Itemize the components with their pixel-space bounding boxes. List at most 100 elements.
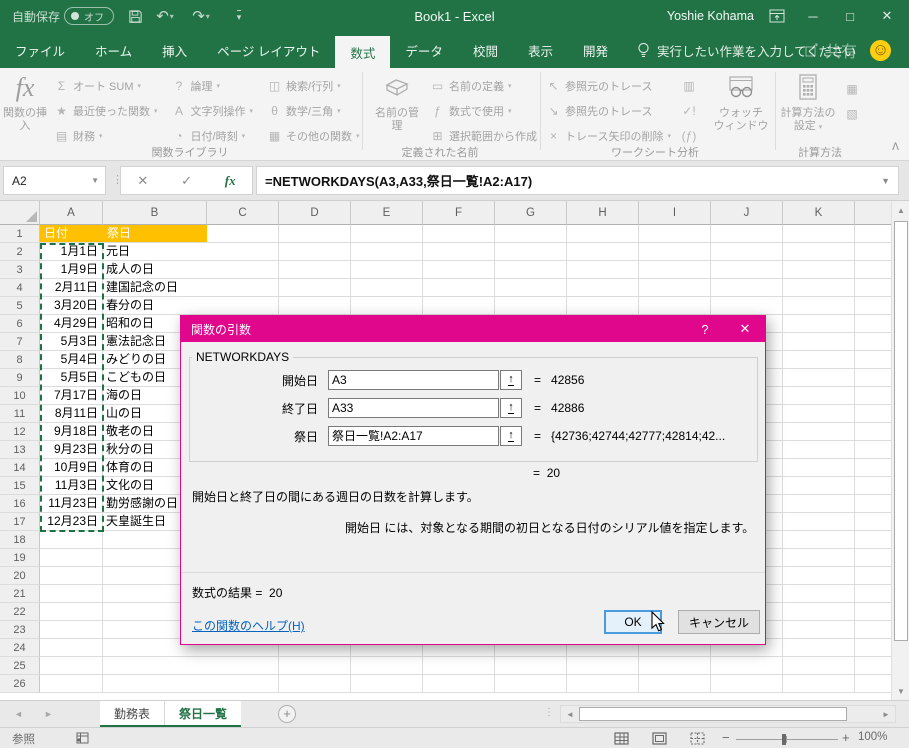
holiday-cell[interactable]: 春分の日: [103, 297, 207, 315]
vertical-scrollbar[interactable]: ▲ ▼: [891, 201, 909, 700]
row-header[interactable]: 13: [0, 441, 40, 459]
tab-file[interactable]: ファイル: [0, 32, 80, 68]
scroll-up-icon[interactable]: ▲: [892, 201, 909, 219]
watch-window-button[interactable]: ウォッチ ウィンドウ: [712, 70, 770, 133]
row-header[interactable]: 3: [0, 261, 40, 279]
date-cell[interactable]: [40, 567, 103, 585]
tab-formulas[interactable]: 数式: [335, 36, 390, 68]
sheet-tab-saijitsu-ichiran[interactable]: 祭日一覧: [165, 701, 241, 725]
tab-home[interactable]: ホーム: [80, 32, 147, 68]
date-cell[interactable]: 8月11日: [40, 405, 103, 423]
row-header[interactable]: 25: [0, 657, 40, 675]
zoom-slider-thumb[interactable]: [782, 734, 786, 745]
ribbon-button[interactable]: ▤ 財務 ▾: [54, 128, 158, 144]
sheet-tab-kinmuhyo[interactable]: 勤務表: [100, 701, 165, 725]
undo-button[interactable]: ↶▾: [152, 0, 178, 32]
scroll-left-icon[interactable]: ◄: [561, 706, 579, 722]
row-fill[interactable]: [207, 243, 891, 261]
ribbon-button[interactable]: ↘ 参照先のトレース: [546, 103, 671, 119]
sheet-nav-right-icon[interactable]: ►: [44, 701, 53, 727]
row-header[interactable]: 5: [0, 297, 40, 315]
analysis-tool-icon[interactable]: ▥: [682, 79, 697, 93]
row-header[interactable]: 24: [0, 639, 40, 657]
table-row[interactable]: 1 日付 祭日: [0, 225, 891, 243]
row-header[interactable]: 6: [0, 315, 40, 333]
ribbon-button[interactable]: ◔ 日付/時刻 ▾: [172, 128, 254, 144]
horizontal-scrollbar-thumb[interactable]: [579, 707, 847, 721]
row-header[interactable]: 22: [0, 603, 40, 621]
column-header[interactable]: F: [423, 201, 495, 225]
collapse-dialog-button[interactable]: ↑: [500, 398, 522, 418]
ribbon-button[interactable]: θ 数学/三角 ▾: [267, 103, 360, 119]
holiday-table-header[interactable]: 日付 祭日: [40, 225, 207, 243]
row-header[interactable]: 12: [0, 423, 40, 441]
row-header[interactable]: 17: [0, 513, 40, 531]
name-box-dropdown-icon[interactable]: ▼: [91, 176, 99, 185]
zoom-slider-track[interactable]: [736, 739, 838, 740]
ribbon-button[interactable]: ◫ 検索/行列 ▾: [267, 78, 360, 94]
function-help-link[interactable]: この関数のヘルプ(H): [192, 617, 305, 634]
scroll-right-icon[interactable]: ►: [877, 706, 895, 722]
date-cell[interactable]: 12月23日: [40, 513, 103, 531]
insert-function-button[interactable]: fx 関数の挿入: [2, 70, 48, 133]
enter-entry-button[interactable]: ✓: [181, 173, 192, 189]
row-fill[interactable]: [207, 279, 891, 297]
row-header[interactable]: 2: [0, 243, 40, 261]
date-cell[interactable]: [40, 549, 103, 567]
ok-button[interactable]: OK: [604, 610, 662, 634]
row-header[interactable]: 20: [0, 567, 40, 585]
column-header[interactable]: I: [639, 201, 711, 225]
date-cell[interactable]: 2月11日: [40, 279, 103, 297]
holiday-cell[interactable]: 元日: [103, 243, 207, 261]
column-header-b[interactable]: B: [103, 201, 207, 225]
analysis-tool-icon[interactable]: ✓!: [682, 104, 697, 118]
ribbon-button[interactable]: ? 論理 ▾: [172, 78, 254, 94]
date-cell[interactable]: 7月17日: [40, 387, 103, 405]
cancel-button[interactable]: キャンセル: [678, 610, 760, 634]
row-fill[interactable]: [207, 675, 891, 693]
date-cell[interactable]: [40, 531, 103, 549]
row-header[interactable]: 9: [0, 369, 40, 387]
expand-formula-bar-icon[interactable]: ▼: [881, 176, 890, 186]
ribbon-button[interactable]: ▭ 名前の定義 ▾: [430, 78, 541, 94]
page-layout-view-icon[interactable]: [652, 732, 667, 745]
ribbon-button[interactable]: ↖ 参照元のトレース: [546, 78, 671, 94]
tab-insert[interactable]: 挿入: [147, 32, 202, 68]
row-fill[interactable]: [207, 297, 891, 315]
argument-input[interactable]: A3: [328, 370, 499, 390]
date-cell[interactable]: [40, 585, 103, 603]
close-button[interactable]: ✕: [865, 0, 909, 32]
cell-b1[interactable]: 祭日: [103, 225, 131, 242]
column-header[interactable]: H: [567, 201, 639, 225]
date-cell[interactable]: 9月18日: [40, 423, 103, 441]
ribbon-button[interactable]: ⊞ 選択範囲から作成: [430, 128, 541, 144]
scroll-down-icon[interactable]: ▼: [892, 682, 909, 700]
row-header[interactable]: 18: [0, 531, 40, 549]
row-header[interactable]: 16: [0, 495, 40, 513]
collapse-dialog-button[interactable]: ↑: [500, 426, 522, 446]
table-row[interactable]: 26: [0, 675, 891, 693]
holiday-cell[interactable]: [103, 675, 207, 693]
row-header[interactable]: 11: [0, 405, 40, 423]
ribbon-button[interactable]: ▦ その他の関数 ▾: [267, 128, 360, 144]
tab-review[interactable]: 校閲: [458, 32, 513, 68]
formula-input[interactable]: =NETWORKDAYS(A3,A33,祭日一覧!A2:A17) ▼: [256, 166, 899, 195]
date-cell[interactable]: 1月1日: [40, 243, 103, 261]
date-cell[interactable]: 9月23日: [40, 441, 103, 459]
cancel-entry-button[interactable]: ✕: [137, 173, 148, 189]
date-cell[interactable]: 10月9日: [40, 459, 103, 477]
calculate-sheet-icon[interactable]: ▧: [845, 107, 860, 121]
autosave-toggle[interactable]: オフ: [64, 0, 114, 32]
date-cell[interactable]: 3月20日: [40, 297, 103, 315]
name-box[interactable]: A2 ▼: [3, 166, 106, 195]
zoom-in-button[interactable]: +: [842, 730, 850, 745]
customize-quick-access-button[interactable]: ▾: [226, 0, 252, 32]
date-cell[interactable]: 11月3日: [40, 477, 103, 495]
calculation-options-button[interactable]: 計算方法の設定 ▾: [779, 70, 837, 134]
ribbon-button[interactable]: A 文字列操作 ▾: [172, 103, 254, 119]
tab-data[interactable]: データ: [390, 32, 458, 68]
date-cell[interactable]: [40, 603, 103, 621]
holiday-cell[interactable]: 建国記念の日: [103, 279, 207, 297]
zoom-level[interactable]: 100%: [858, 731, 887, 743]
argument-input[interactable]: 祭日一覧!A2:A17: [328, 426, 499, 446]
